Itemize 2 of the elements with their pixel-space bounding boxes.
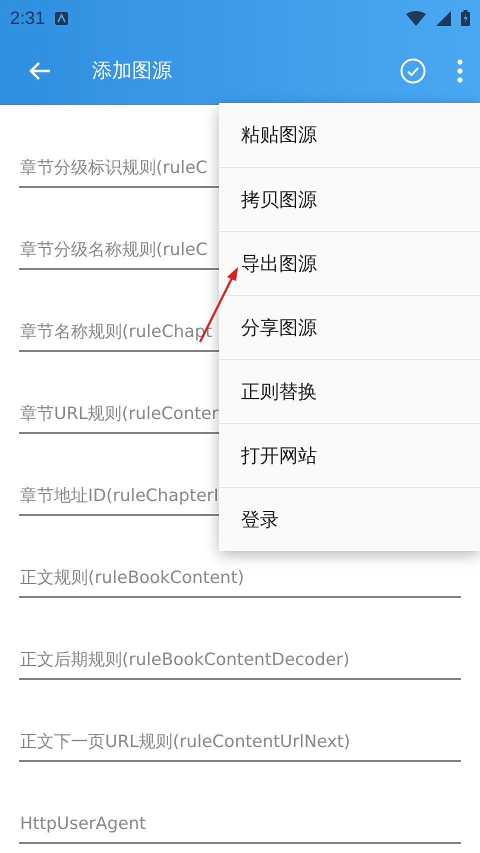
screen-title: 添加图源	[92, 57, 173, 84]
status-time: 2:31	[10, 8, 46, 28]
